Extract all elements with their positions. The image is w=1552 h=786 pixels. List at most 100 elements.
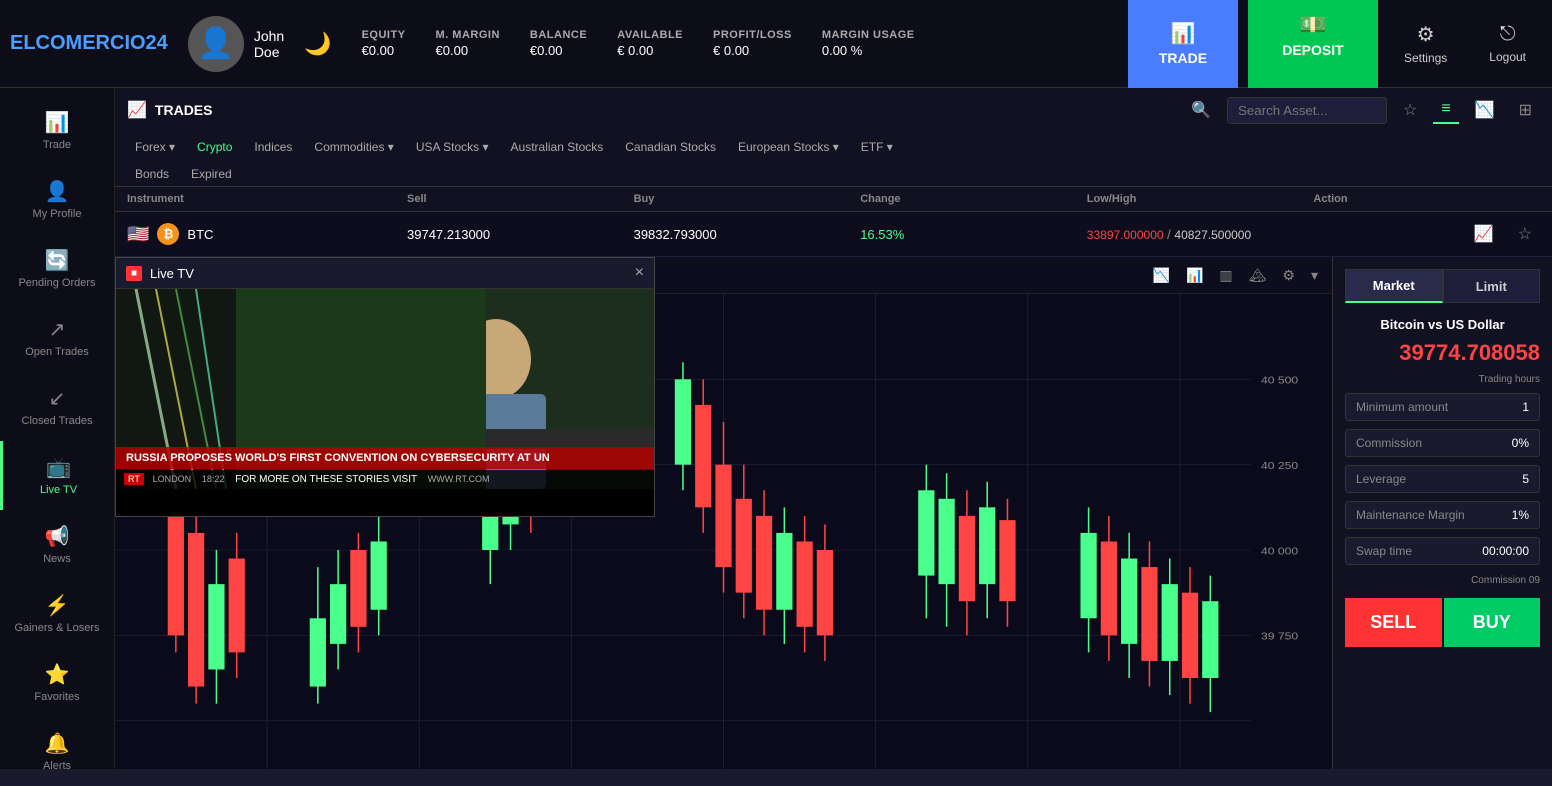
cat-usa-stocks[interactable]: USA Stocks: [408, 136, 497, 158]
cat-indices[interactable]: Indices: [246, 136, 300, 158]
pair-name: Bitcoin vs US Dollar: [1345, 317, 1540, 332]
buy-sell-row: SELL BUY: [1345, 598, 1540, 647]
ticker-badge: RT: [124, 473, 144, 485]
live-badge: ■: [126, 266, 142, 281]
chart-action-button[interactable]: 📈: [1466, 220, 1502, 248]
trades-search: 🔍 ☆ ≡ 📉 ⊞: [228, 96, 1540, 124]
settings-button[interactable]: ⚙ Settings: [1388, 12, 1463, 75]
trade-button[interactable]: 📊 TRADE: [1128, 0, 1238, 88]
sell-button[interactable]: SELL: [1345, 598, 1442, 647]
news-headline: RUSSIA PROPOSES WORLD'S FIRST CONVENTION…: [116, 447, 654, 469]
svg-text:40 250: 40 250: [1261, 461, 1298, 472]
svg-text:40 000: 40 000: [1261, 546, 1298, 557]
tab-row: Market Limit: [1345, 269, 1540, 303]
sub-expired[interactable]: Expired: [183, 164, 240, 184]
commission-note: Commission 09: [1345, 575, 1540, 586]
line-chart-button[interactable]: 📉: [1147, 264, 1176, 287]
profile-icon: 👤: [45, 179, 70, 204]
sidebar-item-favorites[interactable]: ⭐ Favorites: [0, 648, 114, 717]
buy-button[interactable]: BUY: [1444, 598, 1541, 647]
bar-chart-button[interactable]: ▥: [1213, 264, 1238, 287]
favorites-icon: ⭐: [45, 662, 70, 687]
stat-available: AVAILABLE € 0.00: [617, 29, 683, 58]
star-action-button[interactable]: ☆: [1510, 220, 1540, 248]
sub-bonds[interactable]: Bonds: [127, 164, 177, 184]
star-filter-button[interactable]: ☆: [1395, 96, 1425, 124]
area-chart-button[interactable]: 🏔: [1243, 264, 1273, 287]
sidebar-item-closed-trades[interactable]: ↙ Closed Trades: [0, 372, 114, 441]
sidebar-item-my-profile[interactable]: 👤 My Profile: [0, 165, 114, 234]
field-leverage: Leverage 5: [1345, 465, 1540, 493]
svg-text:39 750: 39 750: [1261, 631, 1298, 642]
avatar: 👤: [188, 16, 244, 72]
sidebar-item-pending-orders[interactable]: 🔄 Pending Orders: [0, 234, 114, 303]
sidebar-item-live-tv[interactable]: 📺 Live TV: [0, 441, 114, 510]
tv-close-button[interactable]: ×: [635, 264, 644, 282]
tv-header: ■ Live TV ×: [116, 258, 654, 289]
header: ELCOMERCIO24 👤 John Doe 🌙 EQUITY €0.00 M…: [0, 0, 1552, 88]
header-actions: 📊 TRADE 💵 DEPOSIT ⚙ Settings ⎋ Logout: [1128, 0, 1542, 88]
header-stats: EQUITY €0.00 M. MARGIN €0.00 BALANCE €0.…: [362, 29, 1128, 58]
cat-european-stocks[interactable]: European Stocks: [730, 136, 847, 158]
trading-hours-label: Trading hours: [1345, 374, 1540, 385]
search-button[interactable]: 🔍: [1183, 96, 1219, 124]
pending-icon: 🔄: [45, 248, 70, 273]
sidebar-item-trade[interactable]: 📊 Trade: [0, 96, 114, 165]
cat-australian-stocks[interactable]: Australian Stocks: [503, 136, 612, 158]
deposit-button[interactable]: 💵 DEPOSIT: [1248, 0, 1378, 88]
big-price: 39774.708058: [1345, 340, 1540, 366]
low-high-cell: 33897.000000 / 40827.500000: [1087, 227, 1314, 242]
deposit-icon: 💵: [1299, 12, 1326, 38]
stat-equity: EQUITY €0.00: [362, 29, 406, 58]
trades-title-row: 📈 TRADES 🔍 ☆ ≡ 📉 ⊞: [115, 88, 1552, 132]
sidebar-item-alerts[interactable]: 🔔 Alerts: [0, 717, 114, 786]
sidebar-item-gainers-losers[interactable]: ⚡ Gainers & Losers: [0, 579, 114, 648]
cat-forex[interactable]: Forex: [127, 136, 183, 158]
tv-title-area: ■ Live TV: [126, 266, 194, 281]
stat-profit-loss: PROFIT/LOSS € 0.00: [713, 29, 792, 58]
cat-crypto[interactable]: Crypto: [189, 136, 240, 158]
table-row[interactable]: 🇺🇸 ₿ BTC 39747.213000 39832.793000 16.53…: [115, 212, 1552, 257]
cat-commodities[interactable]: Commodities: [306, 136, 401, 158]
field-swap-time: Swap time 00:00:00: [1345, 537, 1540, 565]
stat-balance: BALANCE €0.00: [530, 29, 587, 58]
instrument-cell: 🇺🇸 ₿ BTC: [127, 223, 407, 245]
trade-icon: 📊: [45, 110, 70, 135]
sidebar-item-open-trades[interactable]: ↗ Open Trades: [0, 303, 114, 372]
svg-text:40 500: 40 500: [1261, 375, 1298, 386]
tab-market[interactable]: Market: [1345, 269, 1443, 303]
logout-button[interactable]: ⎋ Logout: [1473, 13, 1542, 74]
grid-view-button[interactable]: ⊞: [1511, 96, 1540, 124]
sidebar-item-news[interactable]: 📢 News: [0, 510, 114, 579]
tab-limit[interactable]: Limit: [1443, 269, 1541, 303]
settings-chart-button[interactable]: ⚙: [1276, 264, 1301, 287]
ticker-location: LONDON: [153, 474, 192, 484]
cat-etf[interactable]: ETF: [853, 136, 901, 158]
category-row: Forex Crypto Indices Commodities USA Sto…: [115, 132, 1552, 162]
news-ticker: RT LONDON 18:22 FOR MORE ON THESE STORIE…: [116, 470, 654, 489]
gainers-icon: ⚡: [45, 593, 70, 618]
candle-chart-button[interactable]: 📊: [1180, 264, 1209, 287]
search-input[interactable]: [1227, 97, 1387, 124]
expand-chart-button[interactable]: ▾: [1305, 264, 1324, 287]
chart-icon: 📈: [127, 100, 147, 120]
trades-title: 📈 TRADES: [127, 100, 212, 120]
list-view-button[interactable]: ≡: [1433, 96, 1458, 124]
line-view-button[interactable]: 📉: [1467, 96, 1503, 124]
logout-icon: ⎋: [1500, 23, 1516, 46]
btc-icon: ₿: [157, 223, 179, 245]
stat-margin-usage: MARGIN USAGE 0.00 %: [822, 29, 915, 58]
table-header: Instrument Sell Buy Change Low/High Acti…: [115, 187, 1552, 212]
news-icon: 📢: [45, 524, 70, 549]
stat-m-margin: M. MARGIN €0.00: [436, 29, 500, 58]
chart-right-wrapper: BTC 15 Minutes ▾ 📉 📊 ▥ 🏔 ⚙ ▾: [115, 257, 1552, 769]
live-tv-icon: 📺: [46, 455, 71, 480]
cat-canadian-stocks[interactable]: Canadian Stocks: [617, 136, 724, 158]
field-maintenance-margin: Maintenance Margin 1%: [1345, 501, 1540, 529]
trades-header: 📈 TRADES 🔍 ☆ ≡ 📉 ⊞ Forex Crypto Indices …: [115, 88, 1552, 187]
sub-row: Bonds Expired: [115, 162, 1552, 186]
settings-icon: ⚙: [1417, 22, 1435, 47]
field-minimum-amount: Minimum amount 1: [1345, 393, 1540, 421]
alerts-icon: 🔔: [45, 731, 70, 756]
content-area: 📈 TRADES 🔍 ☆ ≡ 📉 ⊞ Forex Crypto Indices …: [115, 88, 1552, 769]
